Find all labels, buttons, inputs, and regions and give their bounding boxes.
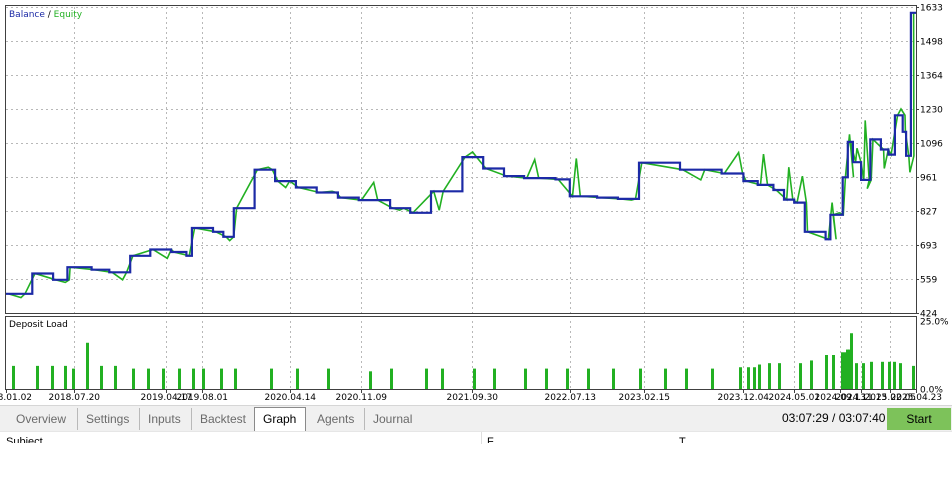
deposit-load-bar — [768, 363, 771, 389]
deposit-load-bar — [100, 365, 103, 389]
deposit-load-bar — [441, 368, 444, 389]
y-tick-label: 1633 — [920, 4, 943, 14]
deposit-load-bar — [473, 368, 476, 389]
legend: Balance / Equity — [9, 10, 83, 20]
deposit-load-bar — [493, 368, 496, 389]
deposit-load-bar — [893, 361, 896, 389]
deposit-load-bar — [612, 368, 615, 389]
deposit-load-bar — [862, 363, 865, 389]
column-separator — [481, 432, 482, 444]
x-tick-label: 2025.04.23 — [891, 393, 943, 403]
y-tick-label: 827 — [920, 208, 937, 218]
deposit-load-bar — [192, 368, 195, 389]
y-tick-label: 559 — [920, 276, 937, 286]
deposit-load-bar — [832, 355, 835, 389]
deposit-load-bar — [850, 333, 853, 389]
deposit-load-bar — [64, 365, 67, 389]
tab-settings[interactable]: Settings — [78, 408, 140, 430]
column-header-t[interactable]: T — [679, 436, 686, 443]
deposit-load-bar — [178, 368, 181, 389]
deposit-load-bar — [664, 368, 667, 389]
deposit-load-bar — [825, 355, 828, 389]
tab-inputs[interactable]: Inputs — [140, 408, 192, 430]
deposit-load-bar — [639, 368, 642, 389]
x-tick-label: 2020.04.14 — [265, 393, 317, 403]
deposit-load-bar — [114, 365, 117, 389]
deposit-load-bar — [841, 352, 844, 389]
deposit-load-bar — [147, 368, 150, 389]
x-tick-label: 2018.01.02 — [0, 393, 32, 403]
deposit-load-bar — [881, 361, 884, 389]
deposit-load-bar — [425, 368, 428, 389]
deposit-load-bar — [753, 367, 756, 389]
deposit-load-bar — [587, 368, 590, 389]
deposit-load-bar — [685, 368, 688, 389]
x-tick-label: 2018.07.20 — [49, 393, 101, 403]
deposit-load-bar — [202, 368, 205, 389]
deposit-load-bar — [390, 368, 393, 389]
deposit-load-bar — [234, 368, 237, 389]
legend-balance: Balance — [9, 10, 45, 20]
deposit-load-bar — [810, 360, 813, 389]
tester-tab-bar: Overview Settings Inputs Backtest Graph … — [0, 405, 952, 432]
deposit-load-bar — [711, 368, 714, 389]
x-tick-label: 2019.08.01 — [177, 393, 229, 403]
deposit-load-bar — [369, 371, 372, 389]
column-header-subject[interactable]: Subject — [6, 436, 43, 443]
deposit-load-bar — [758, 364, 761, 389]
y-tick-label: 1498 — [920, 38, 943, 48]
y-tick-label: 1364 — [920, 72, 943, 82]
deposit-load-bar — [545, 368, 548, 389]
x-tick-label: 2023.02.15 — [619, 393, 671, 403]
deposit-load-bar — [870, 361, 873, 389]
tester-graph: 1633149813641230109696182769355942425.0%… — [0, 0, 952, 405]
deposit-y-tick-label: 25.0% — [920, 318, 949, 328]
tab-agents[interactable]: Agents — [309, 408, 365, 430]
deposit-load-bar — [12, 365, 15, 389]
deposit-load-bar — [72, 368, 75, 389]
deposit-load-bar — [132, 368, 135, 389]
deposit-load-bar — [888, 361, 891, 389]
deposit-load-bar — [296, 368, 299, 389]
deposit-load-bar — [327, 368, 330, 389]
y-tick-label: 693 — [920, 242, 937, 252]
tab-backtest[interactable]: Backtest — [192, 408, 254, 430]
x-tick-label: 2020.11.09 — [336, 393, 388, 403]
start-button[interactable]: Start — [887, 408, 951, 430]
deposit-load-bar — [855, 363, 858, 389]
deposit-load-bar — [799, 363, 802, 389]
deposit-load-bar — [36, 365, 39, 389]
deposit-load-bar — [747, 367, 750, 389]
x-tick-label: 2022.07.13 — [545, 393, 597, 403]
x-tick-label: 2023.12.04 — [718, 393, 770, 403]
deposit-load-bar — [524, 368, 527, 389]
column-header-f[interactable]: F — [487, 436, 494, 443]
deposit-load-bar — [220, 368, 223, 389]
deposit-load-bar — [739, 367, 742, 389]
tab-graph[interactable]: Graph — [254, 407, 306, 431]
results-table-header: Subject F T — [0, 431, 952, 481]
deposit-load-bar — [162, 368, 165, 389]
legend-equity: Equity — [54, 10, 83, 20]
deposit-load-bar — [778, 363, 781, 389]
x-tick-label: 2021.09.30 — [447, 393, 499, 403]
y-tick-label: 1096 — [920, 140, 943, 150]
x-tick-label: 2024.05.01 — [769, 393, 821, 403]
tab-journal[interactable]: Journal — [365, 408, 421, 430]
y-tick-label: 1230 — [920, 106, 943, 116]
elapsed-timer: 03:07:29 / 03:07:40 — [782, 411, 886, 425]
deposit-load-bar — [270, 368, 273, 389]
y-tick-label: 961 — [920, 174, 937, 184]
deposit-load-bar — [912, 365, 915, 389]
deposit-load-title: Deposit Load — [9, 320, 68, 330]
deposit-load-bar — [899, 363, 902, 389]
legend-separator: / — [45, 10, 54, 20]
deposit-load-bar — [566, 368, 569, 389]
tab-overview[interactable]: Overview — [8, 408, 78, 430]
deposit-load-bar — [86, 342, 89, 389]
deposit-load-bar — [51, 365, 54, 389]
